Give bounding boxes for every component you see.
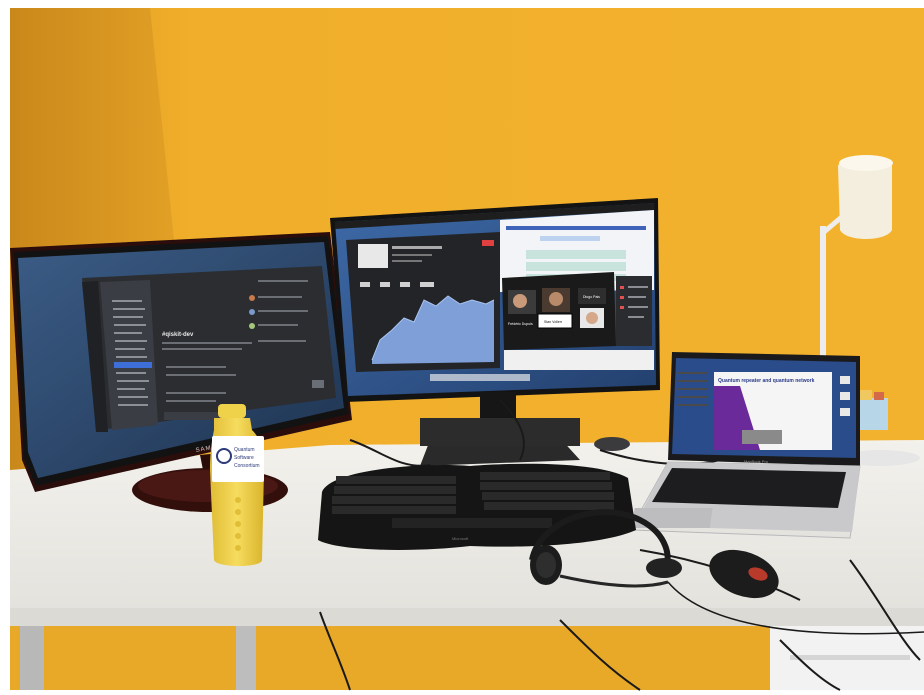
participant-tile-3: Diogo Pais (578, 288, 606, 328)
participant-tile-2: Stan Vollerr (537, 288, 573, 329)
desk-edge (10, 608, 924, 626)
storage-box (858, 398, 888, 430)
bottle-logo-line-2: Software (234, 455, 254, 461)
keyboard-brand: Microsoft (452, 536, 469, 541)
usb-dock (420, 418, 580, 446)
participant-name-2: Stan Vollerr (544, 320, 563, 324)
laptop-keyboard (652, 468, 846, 508)
bottle-logo-line-3: Consortium (234, 463, 260, 469)
photo-canvas: #qiskit-dev SAMSUNG (0, 0, 924, 695)
bottle-logo-line-1: Quantum (234, 447, 255, 453)
participant-name-3: Diogo Pais (583, 295, 600, 299)
desk-setup-photo: #qiskit-dev SAMSUNG (0, 0, 924, 695)
slide-title: Quantum repeater and quantum network (718, 378, 815, 384)
usb-hub (594, 437, 630, 451)
macos-dock (430, 374, 530, 381)
chat-channel-name: #qiskit-dev (162, 332, 194, 338)
ergonomic-keyboard: Microsoft (318, 463, 636, 550)
desk-leg-mid (236, 626, 256, 690)
participant-name-1: Frédéric Dupuis (508, 322, 533, 326)
desk-leg-left (20, 626, 44, 690)
